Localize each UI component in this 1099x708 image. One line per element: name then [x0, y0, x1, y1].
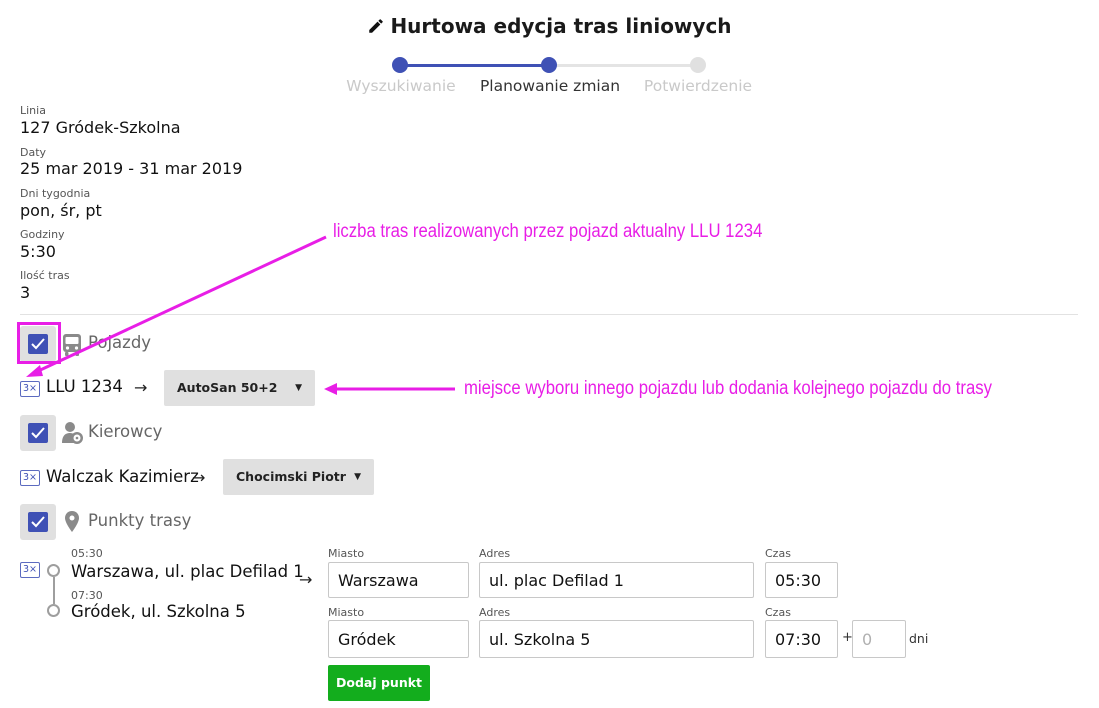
annotation-highlight-box [17, 322, 61, 364]
bus-icon [63, 334, 81, 356]
map-pin-icon [65, 511, 79, 532]
stop-name: Warszawa, ul. plac Defilad 1 [71, 562, 304, 581]
vehicle-route-count-badge: 3× [20, 381, 40, 397]
hours-label: Godziny [20, 228, 65, 241]
points-checkbox[interactable] [20, 504, 56, 540]
annotation-route-count: liczba tras realizowanych przez pojazd a… [333, 221, 763, 242]
driver-icon [62, 422, 83, 444]
drivers-section-label: Kierowcy [88, 422, 163, 441]
driver-select-value: Chocimski Piotr [236, 469, 346, 484]
page-title-text: Hurtowa edycja tras liniowych [390, 14, 732, 38]
line-value: 127 Gródek-Szkolna [20, 118, 181, 137]
address-label: Adres [479, 606, 511, 619]
step-dot-planning[interactable] [541, 57, 557, 73]
timeline-node [47, 564, 60, 577]
current-vehicle: LLU 1234 [46, 377, 123, 396]
annotation-vehicle-select: miejsce wyboru innego pojazdu lub dodani… [464, 378, 992, 399]
driver-route-count-badge: 3× [20, 470, 40, 486]
chevron-down-icon: ▼ [354, 472, 361, 482]
timeline-connector [53, 577, 55, 604]
stepper-progress-todo [549, 64, 698, 67]
vehicle-arrow-icon: → [134, 378, 148, 397]
step-dot-confirm [690, 57, 706, 73]
city-label: Miasto [328, 606, 365, 619]
step-label-planning: Planowanie zmian [479, 77, 621, 95]
current-driver: Walczak Kazimierz [46, 467, 199, 486]
day-offset-input[interactable] [852, 620, 906, 658]
time-label: Czas [765, 547, 791, 560]
weekdays-value: pon, śr, pt [20, 201, 102, 220]
divider [20, 314, 1078, 315]
routes-count-label: Ilość tras [20, 269, 70, 282]
vehicle-select[interactable]: AutoSan 50+2 ▼ [164, 370, 315, 406]
dates-label: Daty [20, 146, 47, 159]
city-input[interactable] [328, 562, 469, 598]
time-input[interactable] [765, 620, 838, 658]
city-input[interactable] [328, 620, 469, 658]
weekdays-label: Dni tygodnia [20, 187, 91, 200]
drivers-checkbox[interactable] [20, 415, 56, 451]
address-input[interactable] [479, 620, 754, 658]
dates-value: 25 mar 2019 - 31 mar 2019 [20, 159, 243, 178]
stop-name: Gródek, ul. Szkolna 5 [71, 602, 246, 621]
points-arrow-icon: → [299, 570, 313, 589]
add-point-button[interactable]: Dodaj punkt [328, 665, 430, 701]
address-label: Adres [479, 547, 511, 560]
step-label-confirm: Potwierdzenie [643, 77, 753, 95]
pencil-icon [369, 19, 384, 33]
chevron-down-icon: ▼ [295, 383, 302, 393]
stepper-progress-done [400, 64, 549, 67]
page-title: Hurtowa edycja tras liniowych [0, 14, 1099, 38]
time-label: Czas [765, 606, 791, 619]
check-icon [31, 427, 45, 439]
points-route-count-badge: 3× [20, 562, 40, 578]
stop-time: 05:30 [71, 547, 103, 560]
vehicle-select-value: AutoSan 50+2 [177, 380, 278, 395]
timeline-node [47, 604, 60, 617]
hours-value: 5:30 [20, 242, 56, 261]
address-input[interactable] [479, 562, 754, 598]
time-input[interactable] [765, 562, 838, 598]
check-icon [31, 516, 45, 528]
routes-count-value: 3 [20, 283, 31, 302]
stop-time: 07:30 [71, 589, 103, 602]
step-label-search[interactable]: Wyszukiwanie [326, 77, 476, 95]
points-section-label: Punkty trasy [88, 511, 192, 530]
step-dot-search[interactable] [392, 57, 408, 73]
driver-select[interactable]: Chocimski Piotr ▼ [223, 459, 374, 495]
city-label: Miasto [328, 547, 365, 560]
driver-arrow-icon: → [192, 468, 206, 487]
days-label: dni [909, 631, 929, 646]
line-label: Linia [20, 104, 46, 117]
vehicles-section-label: Pojazdy [88, 333, 152, 352]
